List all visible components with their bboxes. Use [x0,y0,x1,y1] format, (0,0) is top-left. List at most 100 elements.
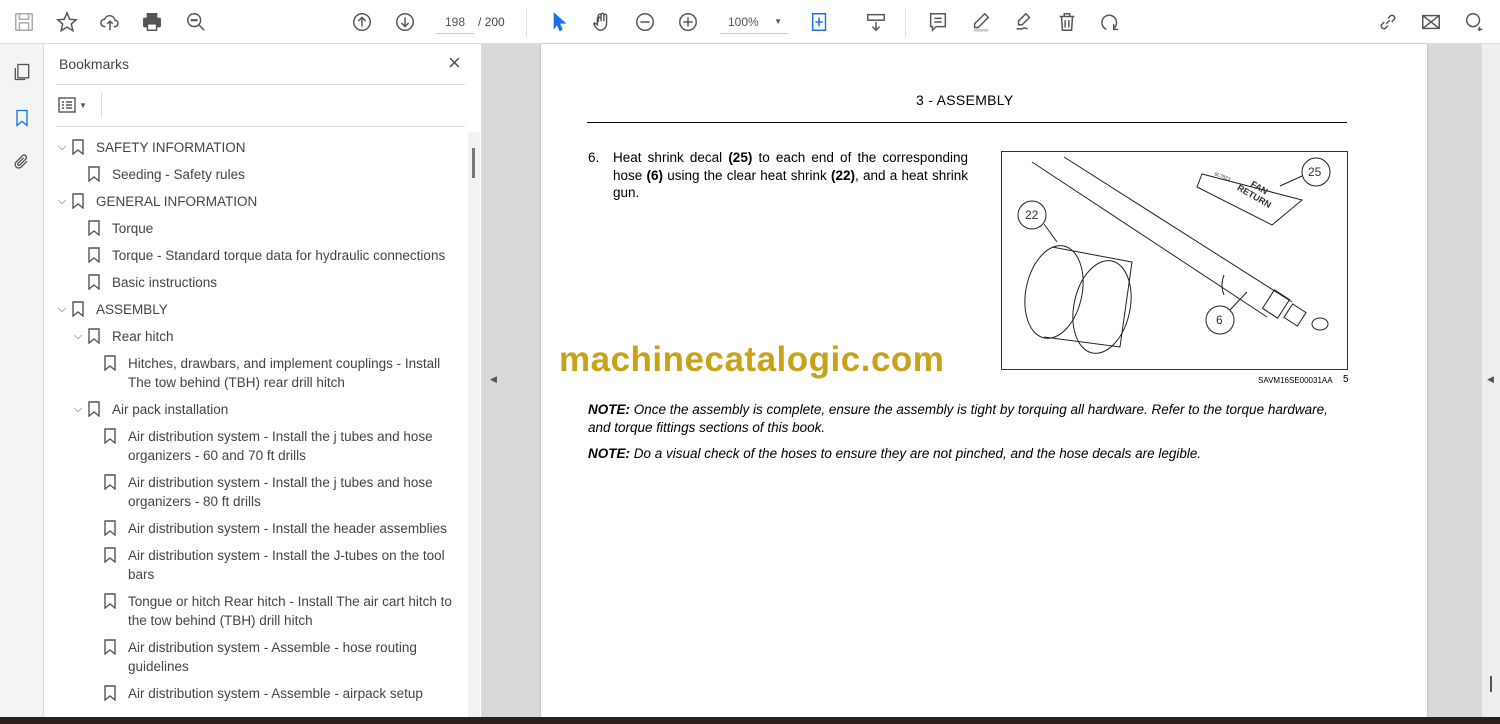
panel-title: Bookmarks [59,56,130,72]
comment-icon[interactable] [924,8,952,36]
scroll-mode-icon[interactable] [862,8,890,36]
note-1: NOTE: Once the assembly is complete, ens… [588,402,1328,435]
bookmark-icon [88,328,104,346]
bookmark-item[interactable]: Hitches, drawbars, and implement couplin… [44,350,468,396]
bookmark-label: Air pack installation [112,402,229,417]
bookmark-label: Rear hitch [112,329,174,344]
toolbar: 198 / 200 100% ▼ [0,0,1500,44]
bookmark-icon [72,139,88,157]
bookmark-label: Air distribution system - Assemble - hos… [128,640,417,674]
callout-6-label: 6 [1216,313,1223,327]
page-header: 3 - ASSEMBLY [916,92,1014,108]
bookmark-item[interactable]: Torque - Standard torque data for hydrau… [44,242,468,269]
page-total: / 200 [478,15,505,29]
bookmark-item[interactable]: Basic instructions [44,269,468,296]
bookmark-icon [104,355,120,373]
document-scrollbar[interactable]: ◀ [1482,44,1500,717]
share-link-icon[interactable] [1374,8,1402,36]
bookmarks-icon[interactable] [8,104,36,132]
chevron-down-icon[interactable]: ⌵ [54,300,70,319]
hand-tool-icon[interactable] [588,8,616,36]
email-icon[interactable] [1417,8,1445,36]
draw-signature-icon[interactable] [1010,8,1038,36]
print-icon[interactable] [138,8,166,36]
zoom-in-icon[interactable] [674,8,702,36]
note-2: NOTE: Do a visual check of the hoses to … [588,446,1202,461]
expand-right-arrow[interactable]: ◀ [1487,374,1494,385]
bookmark-item[interactable]: Air distribution system - Install the J-… [44,542,468,588]
fit-page-icon[interactable] [806,8,834,36]
collapse-panel-arrow[interactable]: ◀ [490,374,497,385]
bookmark-label: Air distribution system - Assemble - air… [128,686,423,701]
zoom-value: 100% [728,15,759,29]
callout-22-label: 22 [1025,208,1039,222]
figure-caption: SAVM16SE00031AA [1258,376,1333,385]
attachments-icon[interactable] [8,148,36,176]
bookmark-icon [104,520,120,538]
bookmark-label: Air distribution system - Install the he… [128,521,447,536]
bookmark-item[interactable]: ⌵ SAFETY INFORMATION [44,134,468,161]
bookmark-icon [104,685,120,703]
bookmark-item[interactable]: ⌵ Air pack installation [44,396,468,423]
bookmark-icon [88,220,104,238]
bookmark-label: SAFETY INFORMATION [96,140,246,155]
zoom-select[interactable]: 100% ▼ [720,10,788,34]
figure-number: 5 [1343,374,1349,385]
bookmark-item[interactable]: Air distribution system - Install the he… [44,515,468,542]
bookmark-item[interactable]: Air distribution system - Install the j … [44,469,468,515]
chevron-down-icon[interactable]: ⌵ [54,192,70,211]
previous-page-icon[interactable] [348,8,376,36]
search-icon[interactable] [182,8,210,36]
watermark: machinecatalogic.com [559,340,945,379]
bookmark-list: ⌵ SAFETY INFORMATION Seeding - Safety rule… [44,134,468,707]
page-thumbnails-icon[interactable] [8,58,36,86]
bookmark-item[interactable]: Air distribution system - Install the j … [44,423,468,469]
bookmark-scrollbar[interactable] [468,132,480,717]
close-icon[interactable]: × [448,50,461,76]
bookmark-label: Torque - Standard torque data for hydrau… [112,248,446,263]
bookmark-label: Air distribution system - Install the j … [128,429,433,463]
bookmark-label: Hitches, drawbars, and implement couplin… [128,356,441,390]
chevron-down-icon[interactable]: ⌵ [70,400,86,419]
bookmark-icon [104,547,120,565]
bookmark-icon [104,639,120,657]
figure-heat-shrink: 25 22 6 9L7823 FAN RETURN [1001,151,1348,370]
bookmark-icon [72,301,88,319]
bookmark-item[interactable]: Tongue or hitch Rear hitch - Install The… [44,588,468,634]
step-6: 6. Heat shrink decal (25) to each end of… [588,149,968,202]
bookmark-icon [104,593,120,611]
bookmark-label: Tongue or hitch Rear hitch - Install The… [128,594,452,628]
chevron-down-icon: ▼ [774,17,782,26]
add-user-icon[interactable] [1460,8,1488,36]
bookmark-item[interactable]: ⌵ ASSEMBLY [44,296,468,323]
bookmark-label: ASSEMBLY [96,302,168,317]
chevron-down-icon[interactable]: ⌵ [70,327,86,346]
star-icon[interactable] [53,8,81,36]
bookmark-item[interactable]: Torque [44,215,468,242]
bookmark-item[interactable]: ⌵ GENERAL INFORMATION [44,188,468,215]
left-rail [0,44,44,717]
cloud-upload-icon[interactable] [96,8,124,36]
delete-icon[interactable] [1053,8,1081,36]
bookmark-item[interactable]: Seeding - Safety rules [44,161,468,188]
bookmark-icon [88,274,104,292]
bookmark-icon [72,193,88,211]
bookmark-item[interactable]: ⌵ Rear hitch [44,323,468,350]
pdf-page: 3 - ASSEMBLY 6. Heat shrink decal (25) t… [541,44,1427,717]
bookmark-icon [104,474,120,492]
bookmark-label: Seeding - Safety rules [112,167,245,182]
bookmark-options-button[interactable]: ▼ [58,94,92,116]
chevron-down-icon[interactable]: ⌵ [54,138,70,157]
bookmark-item[interactable]: Air distribution system - Assemble - hos… [44,634,468,680]
next-page-icon[interactable] [391,8,419,36]
callout-25-label: 25 [1308,165,1322,179]
zoom-out-icon[interactable] [631,8,659,36]
save-icon[interactable] [10,8,38,36]
highlight-pen-icon[interactable] [967,8,995,36]
rotate-icon[interactable] [1096,8,1124,36]
bookmark-label: Basic instructions [112,275,218,290]
bookmark-label: Torque [112,221,154,236]
bookmark-item[interactable]: Air distribution system - Assemble - air… [44,680,468,707]
select-cursor-icon[interactable] [545,8,573,36]
page-number-input[interactable]: 198 [436,10,474,34]
